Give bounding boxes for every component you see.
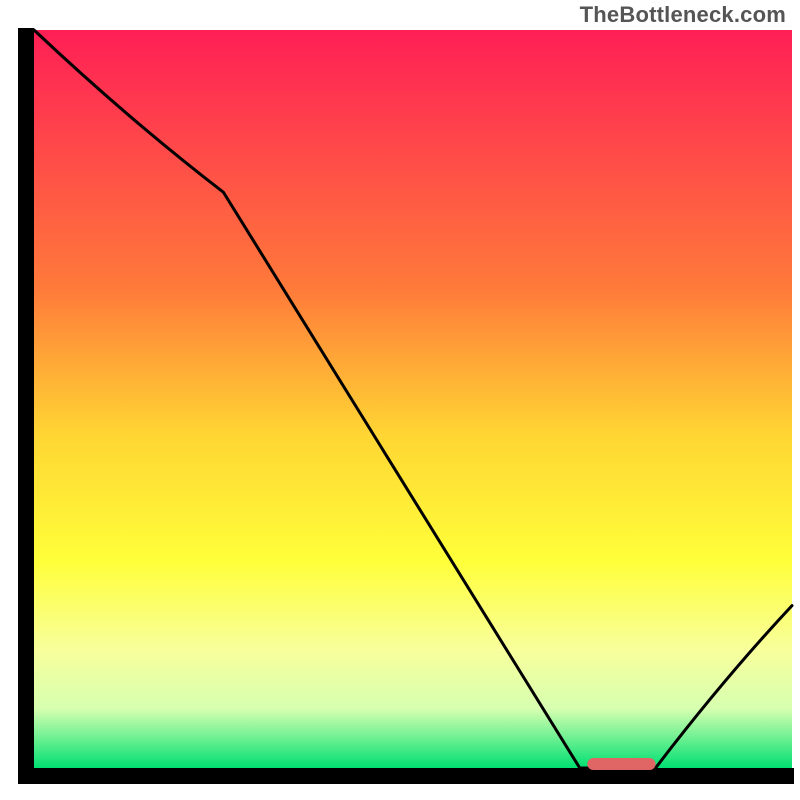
bottleneck-chart [0,0,800,800]
x-axis [18,768,794,784]
y-axis [18,28,34,784]
plot-background [34,30,792,768]
watermark-text: TheBottleneck.com [580,2,786,28]
chart-container: TheBottleneck.com [0,0,800,800]
optimal-marker [587,758,655,770]
